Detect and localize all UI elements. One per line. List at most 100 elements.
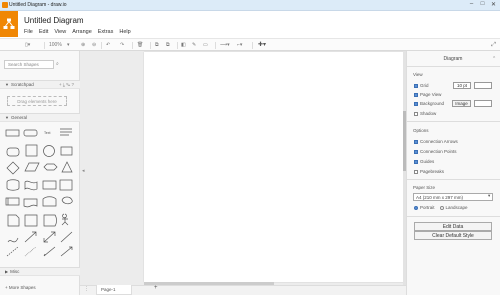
shape-text: Text — [44, 131, 50, 135]
pages-menu-icon[interactable]: ⋮ — [84, 286, 89, 292]
pagebreaks-checkbox[interactable] — [414, 169, 418, 174]
zoom-dropdown-icon[interactable]: ▾ — [67, 42, 70, 49]
shape-cloud — [61, 196, 73, 205]
pagebreaks-label: Pagebreaks — [420, 169, 445, 174]
misc-title: Misc — [10, 269, 20, 274]
paper-size-title: Paper Size — [413, 185, 436, 190]
pagebreaks-option[interactable]: Pagebreaks — [414, 169, 444, 174]
shape-connector — [60, 246, 73, 257]
shape-arrow-diag — [24, 231, 37, 243]
window-titlebar: Untitled Diagram - draw.io – □ ✕ — [0, 0, 500, 11]
shape-page — [24, 214, 38, 227]
panel-divider — [406, 121, 500, 122]
scratchpad-header[interactable]: ▼ Scratchpad + ⤓ ✎ ? — [0, 80, 80, 89]
shadow-label: Shadow — [420, 111, 437, 116]
landscape-label: Landscape — [445, 205, 468, 210]
general-shapes-palette[interactable]: Text — [4, 124, 76, 264]
connection-icon[interactable]: ⟶▾ — [220, 42, 230, 49]
shape-cylinder — [6, 179, 20, 191]
scratchpad-actions-icon[interactable]: + ⤓ ✎ ? — [59, 81, 74, 89]
shape-actor — [61, 213, 69, 226]
close-window-button[interactable]: ✕ — [488, 1, 499, 8]
to-back-icon[interactable]: ⧉ — [166, 42, 170, 49]
portrait-label: Portrait — [420, 205, 435, 210]
background-color-swatch[interactable] — [474, 100, 492, 107]
guides-option[interactable]: Guides — [414, 159, 434, 164]
shape-tape — [24, 180, 38, 191]
search-icon[interactable]: ⌕ — [56, 61, 59, 67]
shape-dotted-line — [24, 246, 37, 257]
tab-diagram[interactable]: Diagram — [406, 55, 500, 65]
menu-bar: File Edit View Arrange Extras Help — [24, 29, 131, 35]
undo-icon[interactable]: ↶ — [106, 42, 110, 49]
zoom-out-icon[interactable]: ⊖ — [92, 42, 96, 49]
connection-arrows-option[interactable]: Connection Arrows — [414, 139, 458, 144]
shadow-option[interactable]: Shadow — [414, 111, 436, 116]
background-checkbox[interactable] — [414, 101, 418, 106]
page-view-checkbox[interactable] — [414, 92, 418, 97]
shape-circle — [43, 145, 55, 157]
menu-file[interactable]: File — [24, 29, 33, 35]
menu-edit[interactable]: Edit — [39, 29, 48, 35]
background-option[interactable]: Background — [414, 101, 444, 106]
fill-color-icon[interactable]: ◧ — [181, 42, 186, 49]
shape-card — [42, 180, 57, 190]
background-image-button[interactable]: Image — [452, 100, 471, 107]
menu-arrange[interactable]: Arrange — [72, 29, 92, 35]
shape-parallelogram — [24, 162, 40, 172]
document-title[interactable]: Untitled Diagram — [24, 16, 84, 25]
to-front-icon[interactable]: ⧉ — [155, 42, 159, 49]
maximize-button[interactable]: □ — [477, 1, 488, 7]
shape-link — [43, 246, 56, 257]
menu-view[interactable]: View — [54, 29, 66, 35]
shape-cloud-rect — [42, 196, 57, 207]
menu-help[interactable]: Help — [119, 29, 130, 35]
grid-option[interactable]: Grid — [414, 83, 429, 88]
background-label: Background — [420, 101, 445, 106]
paper-size-select[interactable]: A4 (210 mm x 297 mm) — [413, 193, 493, 201]
redo-icon[interactable]: ↷ — [120, 42, 124, 49]
menu-extras[interactable]: Extras — [98, 29, 114, 35]
collapse-panel-icon[interactable]: ⌃ — [492, 56, 496, 62]
waypoints-icon[interactable]: ⌐▾ — [237, 42, 242, 49]
search-shapes-input[interactable]: Search Shapes — [4, 60, 54, 69]
minimize-button[interactable]: – — [466, 1, 477, 7]
page-view-option[interactable]: Page View — [414, 92, 441, 97]
collapse-sidebar-icon[interactable]: ◂ — [82, 168, 85, 174]
connection-arrows-checkbox[interactable] — [414, 139, 418, 144]
shape-wave-doc — [23, 198, 38, 208]
grid-size-input[interactable]: 10 pt — [453, 82, 471, 89]
page-view-icon[interactable]: ▯▾ — [25, 42, 30, 49]
delete-icon[interactable]: 🗑 — [137, 42, 143, 49]
connection-points-option[interactable]: Connection Points — [414, 149, 457, 154]
grid-color-swatch[interactable] — [474, 82, 492, 89]
scratchpad-title: Scratchpad — [10, 82, 34, 87]
shadow-icon[interactable]: ▭ — [203, 42, 208, 49]
line-color-icon[interactable]: ✎ — [192, 42, 196, 49]
landscape-radio[interactable] — [439, 205, 444, 210]
shape-diamond — [6, 161, 20, 175]
grid-checkbox[interactable] — [414, 83, 418, 88]
chevron-down-icon: ▾ — [488, 193, 491, 198]
add-page-icon[interactable]: + — [154, 285, 158, 291]
connection-points-checkbox[interactable] — [414, 149, 418, 154]
scratchpad-dropzone[interactable]: Drag elements here — [7, 96, 67, 106]
shape-note — [7, 214, 20, 227]
more-shapes-link[interactable]: + More Shapes — [5, 285, 36, 290]
diagram-page[interactable] — [144, 52, 404, 282]
clear-default-style-button[interactable]: Clear Default Style — [414, 231, 492, 240]
edit-data-button[interactable]: Edit Data — [414, 222, 492, 231]
misc-header[interactable]: ▶ Misc — [0, 267, 80, 276]
portrait-radio[interactable] — [414, 205, 418, 210]
page-tab[interactable]: Page-1 — [96, 285, 132, 295]
zoom-level[interactable]: 100% — [49, 42, 62, 49]
fullscreen-icon[interactable]: ⤢ — [491, 42, 496, 49]
insert-plus-icon[interactable]: ✚▾ — [258, 42, 266, 49]
shape-square — [25, 144, 38, 157]
shadow-checkbox[interactable] — [414, 111, 418, 116]
shape-document — [5, 197, 20, 206]
general-title: General — [10, 115, 27, 120]
zoom-in-icon[interactable]: ⊕ — [81, 42, 85, 49]
general-header[interactable]: ▼ General — [0, 113, 80, 122]
guides-checkbox[interactable] — [414, 159, 418, 164]
